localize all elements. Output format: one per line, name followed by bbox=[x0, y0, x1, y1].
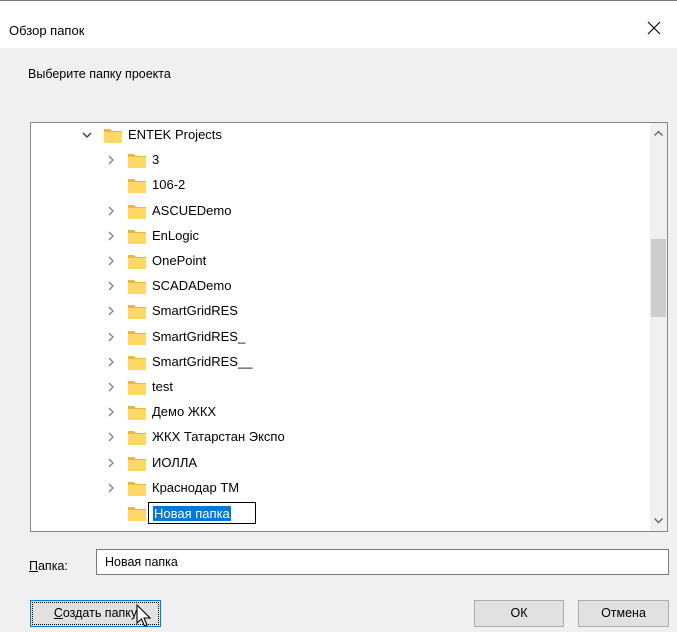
chevron-right-icon[interactable] bbox=[105, 331, 117, 343]
folder-name-input[interactable] bbox=[96, 549, 669, 575]
tree-item[interactable]: SmartGridRES__ bbox=[31, 350, 648, 375]
folder-tree[interactable]: ENTEK Projects 3 106-2 ASCUEDemo EnLogic OneP… bbox=[30, 122, 668, 532]
tree-item[interactable]: SCADADemo bbox=[31, 274, 648, 299]
chevron-up-icon bbox=[654, 130, 663, 136]
cancel-button[interactable]: Отмена bbox=[578, 600, 669, 627]
tree-item[interactable]: EnLogic bbox=[31, 224, 648, 249]
tree-item[interactable]: OnePoint bbox=[31, 249, 648, 274]
close-icon bbox=[647, 21, 661, 35]
tree-item-label: SCADADemo bbox=[152, 278, 232, 294]
folder-icon bbox=[128, 204, 146, 219]
folder-icon bbox=[128, 381, 146, 395]
tree-item-label: test bbox=[152, 379, 173, 394]
chevron-right-icon[interactable] bbox=[105, 205, 117, 217]
chevron-right-icon[interactable] bbox=[105, 381, 117, 393]
tree-item[interactable]: 3 bbox=[31, 148, 648, 173]
folder-icon bbox=[128, 179, 146, 194]
scroll-up-button[interactable] bbox=[650, 125, 667, 142]
folder-icon bbox=[128, 154, 146, 169]
folder-icon bbox=[128, 229, 146, 244]
folder-icon bbox=[128, 406, 146, 421]
scroll-down-button[interactable] bbox=[650, 512, 667, 529]
tree-item-editing[interactable]: Новая папка bbox=[31, 501, 648, 526]
tree-item-label: ASCUEDemo bbox=[152, 202, 232, 218]
tree-item[interactable]: ASCUEDemo bbox=[31, 199, 648, 224]
tree-item-label: EnLogic bbox=[152, 227, 199, 243]
tree-item-label: 3 bbox=[152, 152, 160, 168]
tree-item[interactable]: 106-2 bbox=[31, 173, 648, 198]
folder-field-label: Папка: bbox=[29, 559, 68, 573]
tree-item-label: SmartGridRES__ bbox=[152, 353, 253, 369]
vertical-scrollbar[interactable] bbox=[650, 123, 667, 531]
chevron-down-icon bbox=[654, 518, 663, 524]
chevron-down-icon[interactable] bbox=[81, 129, 93, 141]
tree-item-label: ENTEK Projects bbox=[128, 127, 222, 142]
tree-item-label: SmartGridRES_ bbox=[152, 328, 246, 344]
tree-item-label: Демо ЖКХ bbox=[152, 404, 217, 420]
scroll-thumb[interactable] bbox=[651, 239, 666, 317]
chevron-right-icon[interactable] bbox=[105, 406, 117, 418]
folder-icon bbox=[128, 355, 146, 370]
tree-item-label: ИОЛЛА bbox=[152, 454, 198, 470]
folder-icon bbox=[128, 280, 146, 295]
tree-item[interactable]: ИОЛЛА bbox=[31, 451, 648, 476]
ok-button[interactable]: ОК bbox=[474, 600, 564, 627]
folder-icon bbox=[128, 305, 146, 320]
instruction-text: Выберите папку проекта bbox=[28, 67, 171, 81]
chevron-right-icon[interactable] bbox=[105, 230, 117, 242]
title-bar: Обзор папок bbox=[0, 1, 677, 48]
tree-item-label: Краснодар ТМ bbox=[152, 479, 240, 495]
chevron-right-icon[interactable] bbox=[105, 280, 117, 292]
tree-item[interactable]: ЖКХ Татарстан Экспо bbox=[31, 425, 648, 450]
rename-input[interactable]: Новая папка bbox=[148, 502, 256, 524]
tree-item-label: OnePoint bbox=[152, 253, 207, 268]
tree-item[interactable]: Демо ЖКХ bbox=[31, 400, 648, 425]
selected-text: Новая папка bbox=[153, 506, 231, 521]
folder-icon bbox=[128, 431, 146, 446]
folder-icon bbox=[128, 481, 146, 496]
chevron-right-icon[interactable] bbox=[105, 431, 117, 443]
chevron-right-icon[interactable] bbox=[105, 305, 117, 317]
tree-item[interactable]: test bbox=[31, 375, 648, 400]
tree-item-label: SmartGridRES bbox=[152, 303, 238, 319]
chevron-right-icon[interactable] bbox=[105, 255, 117, 267]
chevron-right-icon[interactable] bbox=[105, 154, 117, 166]
folder-icon bbox=[128, 507, 146, 521]
tree-item[interactable]: SmartGridRES bbox=[31, 299, 648, 324]
chevron-right-icon[interactable] bbox=[105, 482, 117, 494]
browse-folder-dialog: Обзор папок Выберите папку проекта ENTEK… bbox=[0, 0, 677, 632]
folder-icon bbox=[128, 330, 146, 345]
create-folder-button[interactable]: Создать папку bbox=[30, 600, 161, 627]
folder-icon bbox=[128, 255, 146, 269]
close-button[interactable] bbox=[631, 11, 677, 45]
chevron-right-icon[interactable] bbox=[105, 457, 117, 469]
tree-item-label: ЖКХ Татарстан Экспо bbox=[152, 429, 285, 445]
tree-item[interactable]: SmartGridRES_ bbox=[31, 325, 648, 350]
folder-icon bbox=[104, 129, 122, 143]
chevron-right-icon[interactable] bbox=[105, 356, 117, 368]
folder-icon bbox=[128, 456, 146, 471]
window-title: Обзор папок bbox=[9, 23, 85, 38]
tree-item-label: 106-2 bbox=[152, 177, 186, 193]
tree-item[interactable]: Краснодар ТМ bbox=[31, 476, 648, 501]
tree-item-root[interactable]: ENTEK Projects bbox=[31, 123, 648, 148]
